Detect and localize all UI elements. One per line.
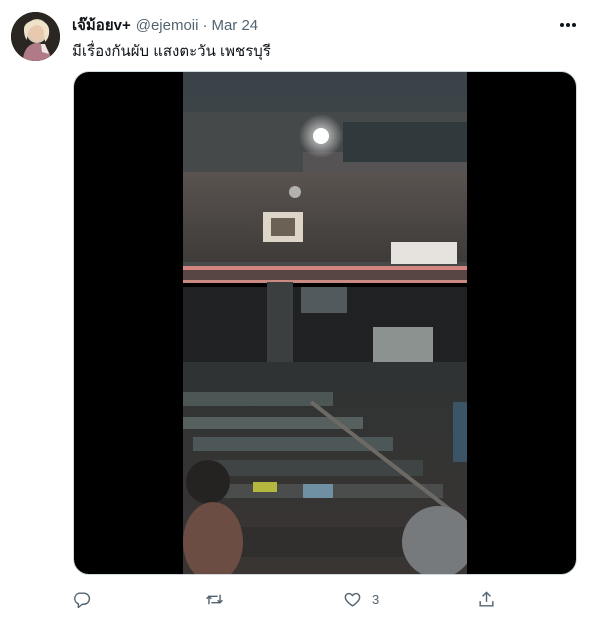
more-options-button[interactable] xyxy=(556,15,580,35)
tweet-header: เจ๊ม้อยv+ @ejemoii · Mar 24 xyxy=(72,15,580,35)
tweet-video[interactable] xyxy=(73,71,577,575)
header-separator: · xyxy=(202,16,208,34)
share-button[interactable] xyxy=(477,586,496,612)
video-thumbnail xyxy=(183,72,467,574)
author-handle[interactable]: @ejemoii xyxy=(136,17,199,34)
author-display-name[interactable]: เจ๊ม้อยv+ xyxy=(72,13,131,37)
retweet-button[interactable] xyxy=(205,586,224,612)
avatar-image xyxy=(11,12,60,61)
heart-icon xyxy=(344,592,361,607)
tweet-actions: 3 xyxy=(72,586,512,612)
retweet-icon xyxy=(206,594,223,604)
reply-button[interactable] xyxy=(72,586,91,612)
author-avatar[interactable] xyxy=(11,12,60,61)
like-count: 3 xyxy=(372,591,380,607)
tweet-date[interactable]: Mar 24 xyxy=(211,17,258,34)
tweet-text: มีเรื่องกันผับ แสงตะวัน เพชรบุรี xyxy=(72,43,271,60)
tweet-card[interactable]: เจ๊ม้อยv+ @ejemoii · Mar 24 มีเรื่องกันผ… xyxy=(0,0,594,622)
video-frame-image xyxy=(183,72,467,574)
more-horizontal-icon xyxy=(560,23,576,27)
like-button[interactable]: 3 xyxy=(343,586,379,612)
share-icon xyxy=(479,590,494,607)
reply-icon xyxy=(74,591,91,608)
